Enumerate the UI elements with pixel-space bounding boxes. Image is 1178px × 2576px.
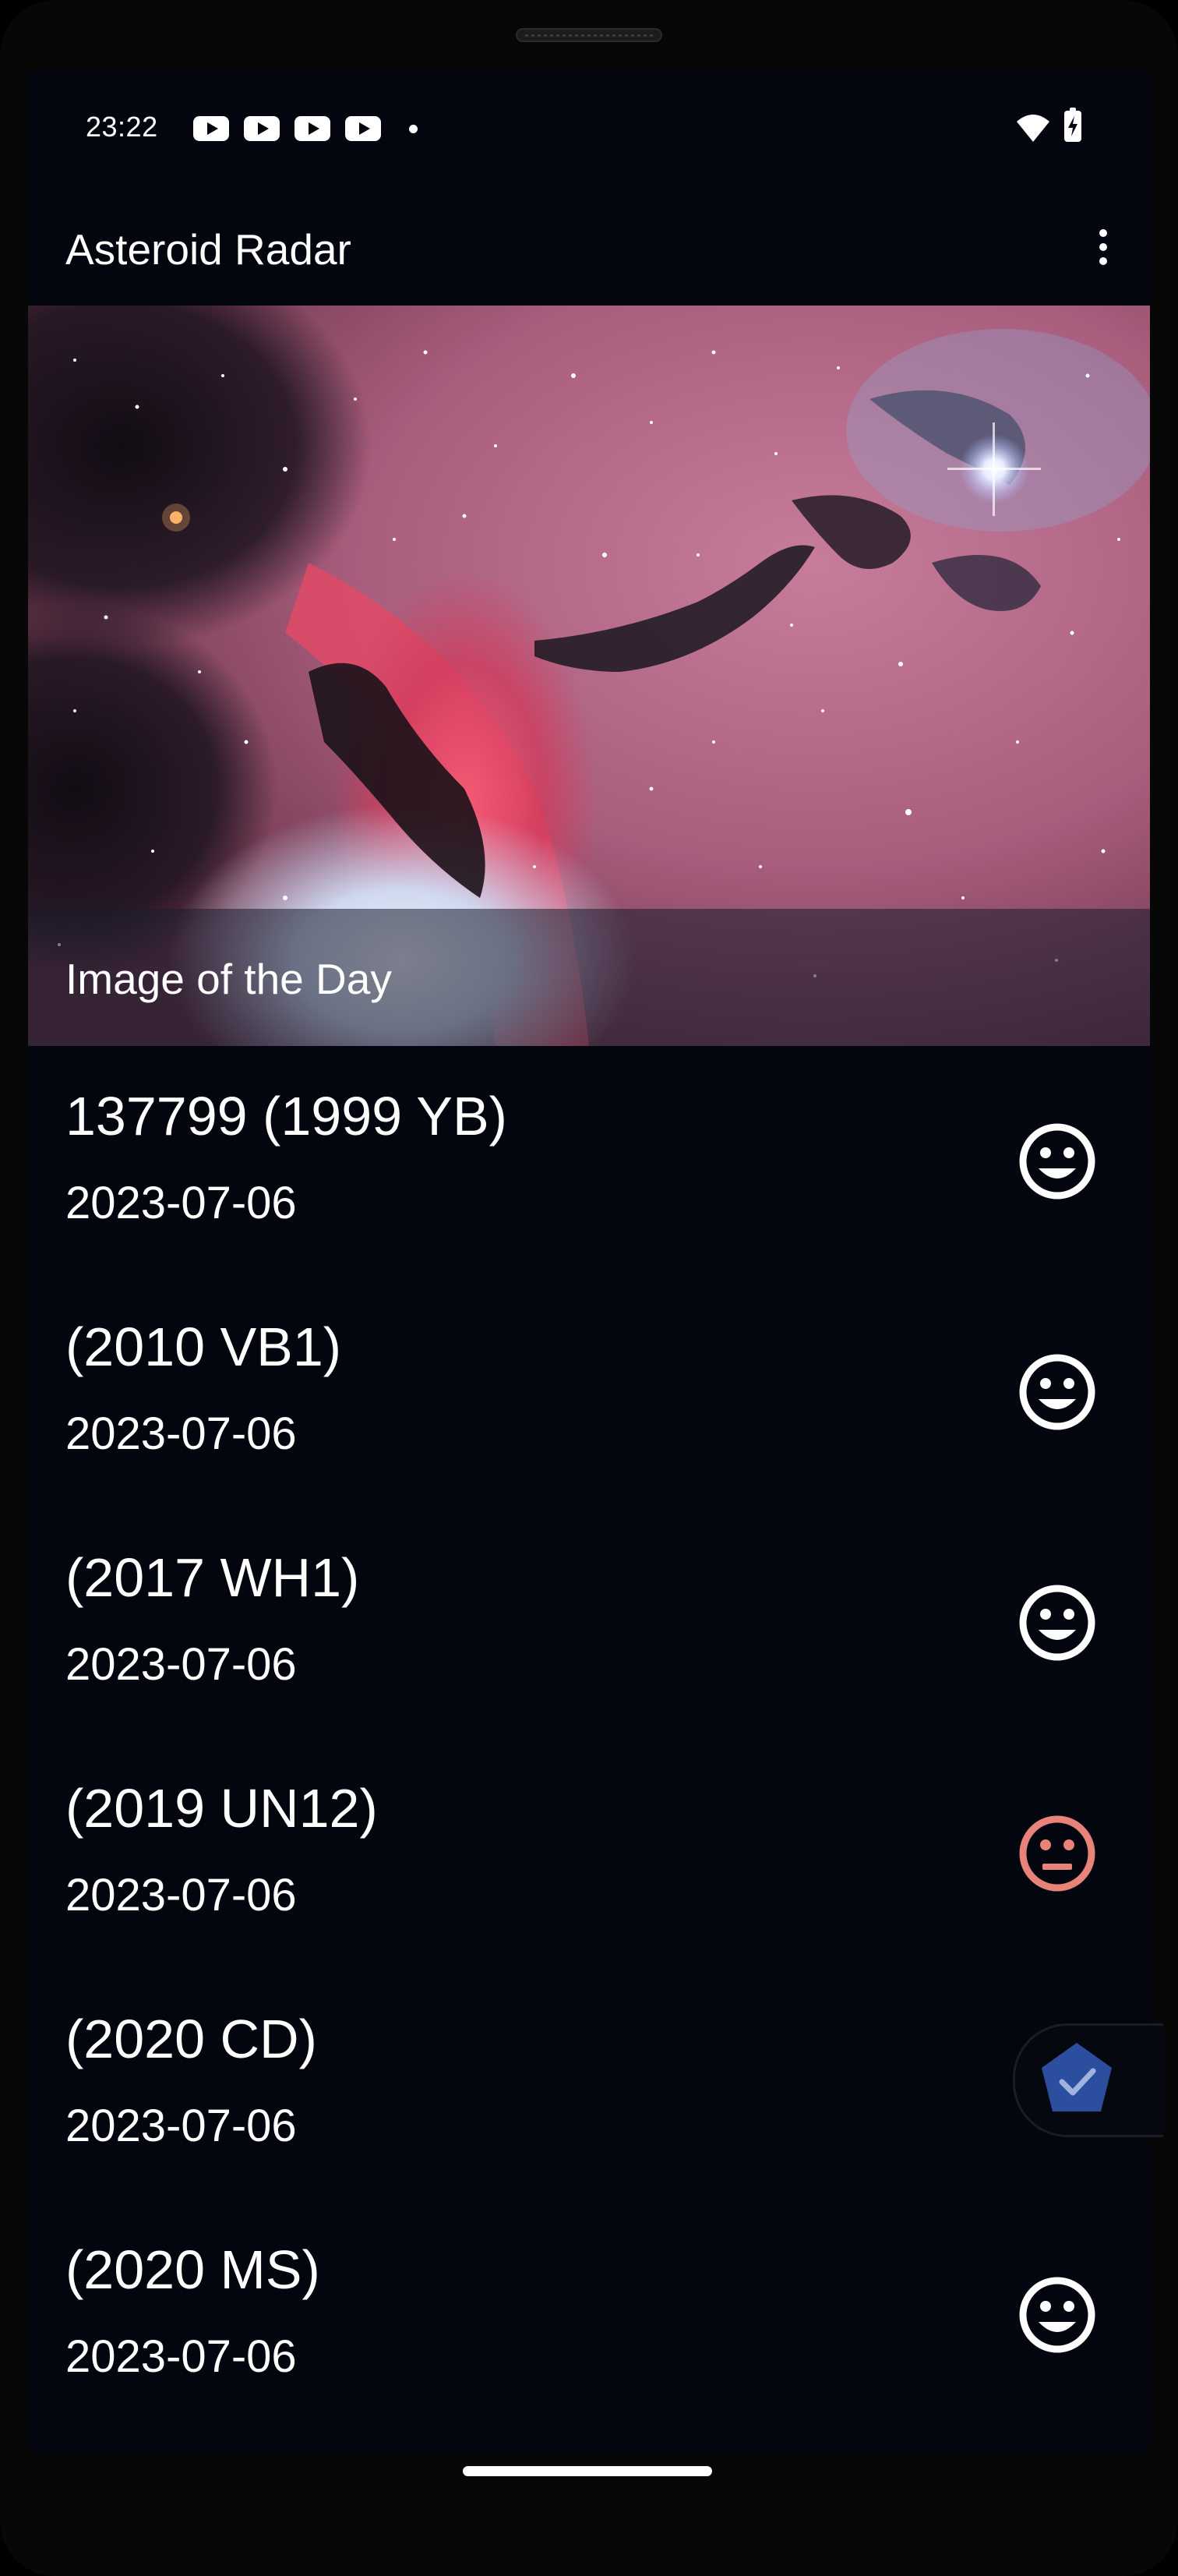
asteroid-list-item[interactable]: (2017 WH1) 2023-07-06 [28,1507,1150,1738]
asteroid-name: (2020 CD) [65,2009,317,2069]
smiley-happy-icon [1019,2277,1095,2353]
floating-overlay-bubble[interactable] [1013,2023,1163,2137]
asteroid-list: 137799 (1999 YB) 2023-07-06 (2010 VB1) 2… [28,1046,1150,2452]
asteroid-list-item[interactable]: (2020 MS) 2023-07-06 [28,2200,1150,2430]
asteroid-date: 2023-07-06 [65,1870,297,1921]
asteroid-list-item[interactable]: (2020 CD) 2023-07-06 [28,1969,1150,2200]
battery-charging-icon [1064,108,1081,142]
youtube-icon [244,116,280,141]
phone-screen: 23:22 Asteroid Radar Image of the Day 13… [28,72,1150,2452]
check-badge-icon [1042,2043,1112,2111]
wifi-icon [1017,115,1049,142]
image-of-the-day[interactable]: Image of the Day [28,306,1150,1046]
app-title: Asteroid Radar [65,225,351,274]
smiley-happy-icon [1019,1354,1095,1430]
app-bar: Asteroid Radar [28,189,1150,306]
asteroid-list-item[interactable]: (2019 UN12) 2023-07-06 [28,1738,1150,1969]
asteroid-name: (2020 MS) [65,2239,320,2300]
youtube-icon [193,116,229,141]
image-of-the-day-caption: Image of the Day [65,955,392,1003]
youtube-icon [294,116,330,141]
asteroid-date: 2023-07-06 [65,2101,297,2151]
asteroid-name: (2010 VB1) [65,1316,342,1377]
asteroid-date: 2023-07-06 [65,1408,297,1459]
asteroid-list-item[interactable]: (2010 VB1) 2023-07-06 [28,1277,1150,1507]
speaker-grille [516,28,662,42]
smiley-neutral-icon [1019,1815,1095,1892]
asteroid-list-item[interactable]: 137799 (1999 YB) 2023-07-06 [28,1046,1150,1277]
device-frame: 23:22 Asteroid Radar Image of the Day 13… [0,0,1178,2576]
asteroid-date: 2023-07-06 [65,1178,297,1228]
more-vert-icon[interactable] [1080,220,1127,274]
status-time: 23:22 [86,111,158,143]
asteroid-date: 2023-07-06 [65,2331,297,2382]
asteroid-name: 137799 (1999 YB) [65,1086,507,1147]
gesture-navigation-bar[interactable] [463,2466,712,2476]
asteroid-name: (2017 WH1) [65,1547,360,1608]
asteroid-name: (2019 UN12) [65,1778,378,1839]
more-notifications-dot [409,125,418,133]
youtube-icon [345,116,381,141]
smiley-happy-icon [1019,1123,1095,1200]
status-bar: 23:22 [28,72,1150,189]
asteroid-date: 2023-07-06 [65,1639,297,1690]
smiley-happy-icon [1019,1585,1095,1661]
